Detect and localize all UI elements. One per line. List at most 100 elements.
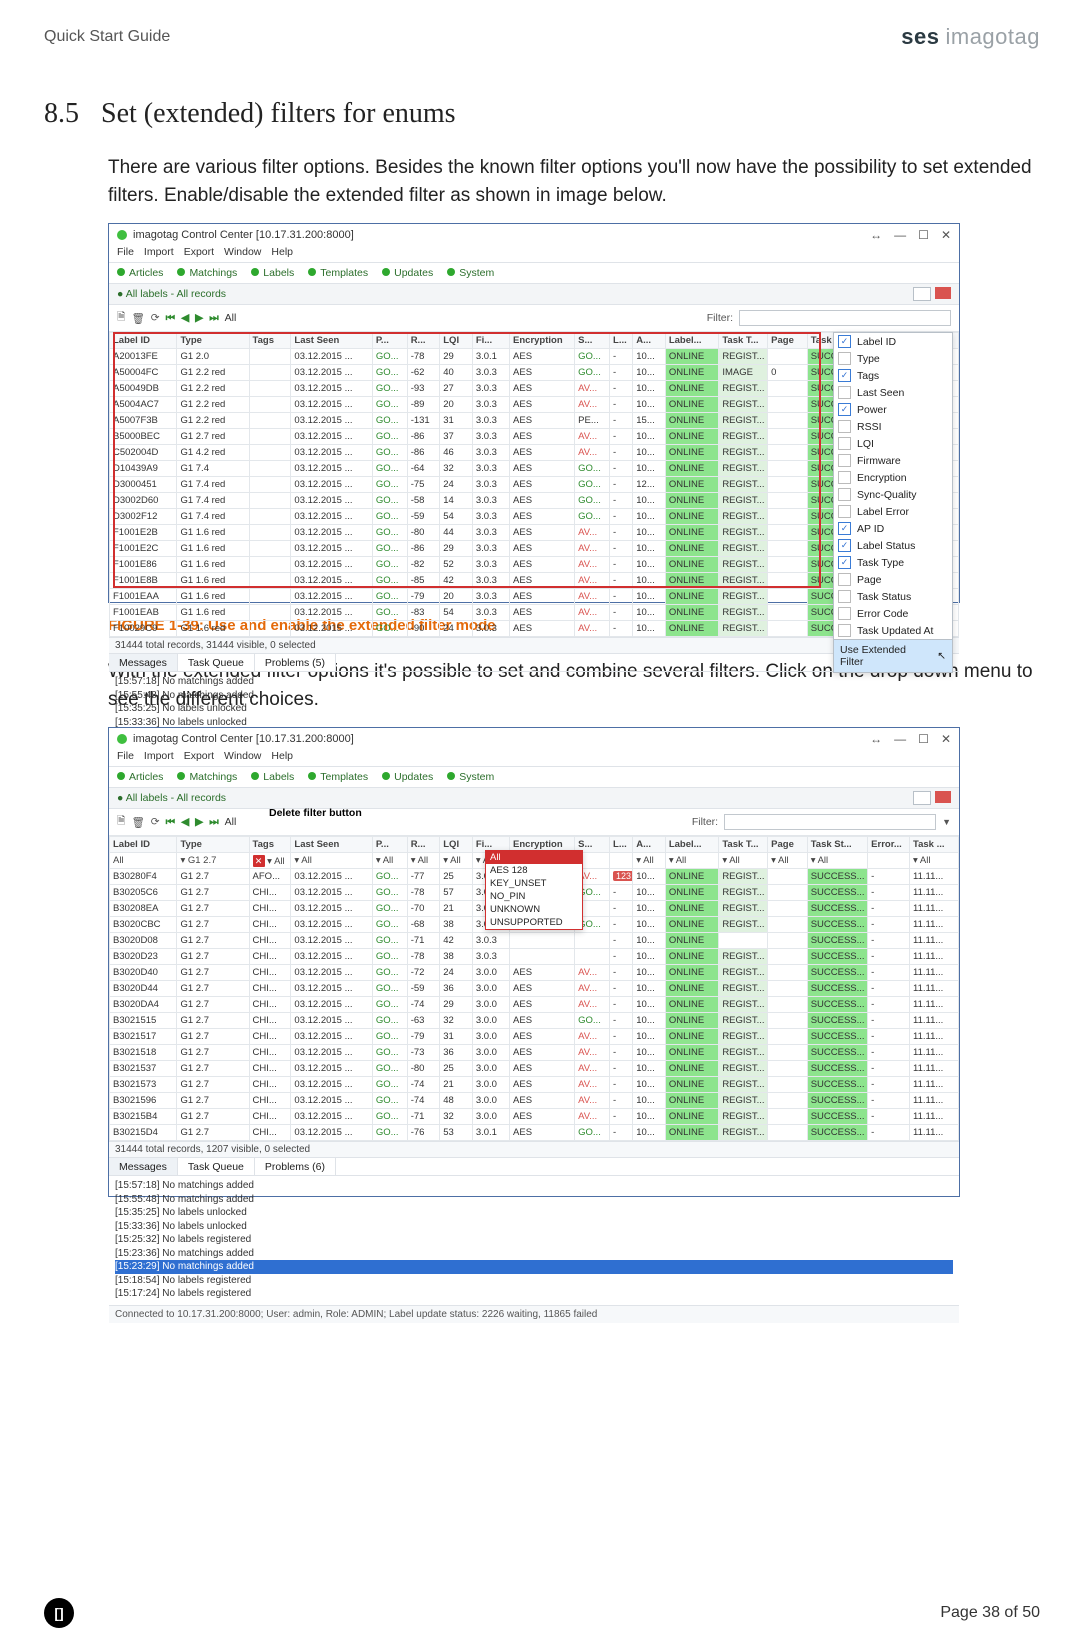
- col-header[interactable]: S...: [575, 333, 610, 349]
- filter-input[interactable]: [739, 310, 951, 326]
- nav-updates[interactable]: Updates: [382, 267, 433, 279]
- filter-option[interactable]: Firmware: [834, 452, 952, 469]
- tab-problems-6-[interactable]: Problems (6): [255, 1158, 336, 1175]
- col-header[interactable]: Task T...: [719, 333, 768, 349]
- checkbox-icon[interactable]: ✓: [838, 335, 851, 348]
- menu-import[interactable]: Import: [144, 750, 174, 762]
- tab-problems-5-[interactable]: Problems (5): [255, 654, 336, 671]
- filter-cell[interactable]: ▾ All: [633, 853, 666, 869]
- filter-option[interactable]: Sync-Quality: [834, 486, 952, 503]
- menu-help[interactable]: Help: [271, 750, 293, 762]
- filter-cell[interactable]: ▾ All: [440, 853, 473, 869]
- col-header[interactable]: Page: [768, 837, 808, 853]
- filter-option[interactable]: ✓Task Type: [834, 554, 952, 571]
- col-header[interactable]: Label ID: [110, 837, 177, 853]
- col-header[interactable]: Tags: [249, 837, 291, 853]
- encryption-filter-dropdown[interactable]: AllAES 128KEY_UNSETNO_PINUNKNOWNUNSUPPOR…: [485, 850, 583, 930]
- table-row[interactable]: B5000BECG1 2.7 red03.12.2015 ...GO...-86…: [110, 429, 959, 445]
- filter-option[interactable]: Error Code: [834, 605, 952, 622]
- table-row[interactable]: D3002D60G1 7.4 red03.12.2015 ...GO...-58…: [110, 493, 959, 509]
- table-row[interactable]: B30215D4G1 2.7CHI...03.12.2015 ...GO...-…: [110, 1125, 959, 1141]
- table-row[interactable]: D10439A9G1 7.403.12.2015 ...GO...-64323.…: [110, 461, 959, 477]
- col-header[interactable]: L...: [610, 837, 633, 853]
- nav-last-icon[interactable]: ⏭: [209, 816, 218, 829]
- new-icon[interactable]: 🗎: [117, 813, 125, 831]
- log-line[interactable]: [15:33:36] No labels unlocked: [115, 1220, 953, 1234]
- col-header[interactable]: Task T...: [719, 837, 768, 853]
- filter-cell[interactable]: ▾ All: [910, 853, 959, 869]
- table-row[interactable]: F1001E86G1 1.6 red03.12.2015 ...GO...-82…: [110, 557, 959, 573]
- filter-option[interactable]: LQI: [834, 435, 952, 452]
- checkbox-icon[interactable]: [838, 488, 851, 501]
- log-line[interactable]: [15:57:18] No matchings added: [115, 1179, 953, 1193]
- encryption-option[interactable]: AES 128: [486, 864, 582, 877]
- delete-icon[interactable]: 🗑: [131, 816, 144, 829]
- table-row[interactable]: B3021517G1 2.7CHI...03.12.2015 ...GO...-…: [110, 1029, 959, 1045]
- filter-cell[interactable]: ✕ ▾ All: [249, 853, 291, 869]
- menu-import[interactable]: Import: [144, 246, 174, 258]
- panel-close-icon[interactable]: [935, 791, 951, 803]
- restore-icon[interactable]: ↔: [870, 228, 882, 242]
- new-icon[interactable]: 🗎: [117, 309, 125, 327]
- menu-file[interactable]: File: [117, 246, 134, 258]
- checkbox-icon[interactable]: ✓: [838, 369, 851, 382]
- filter-option[interactable]: Last Seen: [834, 384, 952, 401]
- nav-updates[interactable]: Updates: [382, 771, 433, 783]
- filter-cell[interactable]: ▾ All: [768, 853, 808, 869]
- log-line[interactable]: [15:17:24] No labels registered: [115, 1287, 953, 1301]
- table-row[interactable]: A20013FEG1 2.003.12.2015 ...GO...-78293.…: [110, 349, 959, 365]
- restore-icon[interactable]: ↔: [870, 732, 882, 746]
- menu-window[interactable]: Window: [224, 750, 261, 762]
- log-line[interactable]: [15:23:29] No matchings added: [115, 1260, 953, 1274]
- table-row[interactable]: B3021537G1 2.7CHI...03.12.2015 ...GO...-…: [110, 1061, 959, 1077]
- checkbox-icon[interactable]: [838, 624, 851, 637]
- minimize-icon[interactable]: —: [894, 732, 906, 746]
- nav-templates[interactable]: Templates: [308, 771, 368, 783]
- log-line[interactable]: [15:23:36] No matchings added: [115, 1247, 953, 1261]
- col-header[interactable]: Last Seen: [291, 333, 372, 349]
- nav-first-icon[interactable]: ⏮: [166, 816, 175, 829]
- log-line[interactable]: [15:55:48] No matchings added: [115, 1193, 953, 1207]
- menu-file[interactable]: File: [117, 750, 134, 762]
- filter-cell[interactable]: [868, 853, 910, 869]
- nav-labels[interactable]: Labels: [251, 267, 294, 279]
- nav-prev-icon[interactable]: ◀: [181, 816, 189, 828]
- col-header[interactable]: P...: [372, 333, 407, 349]
- col-header[interactable]: LQI: [440, 333, 473, 349]
- table-row[interactable]: A50049DBG1 2.2 red03.12.2015 ...GO...-93…: [110, 381, 959, 397]
- col-header[interactable]: A...: [633, 333, 666, 349]
- col-header[interactable]: Type: [177, 333, 249, 349]
- minimize-icon[interactable]: —: [894, 228, 906, 242]
- maximize-icon[interactable]: ☐: [918, 732, 929, 746]
- filter-cell[interactable]: ▾ All: [407, 853, 440, 869]
- log-line[interactable]: [15:25:32] No labels registered: [115, 1233, 953, 1247]
- tab-task-queue[interactable]: Task Queue: [178, 654, 255, 671]
- filter-option[interactable]: Page: [834, 571, 952, 588]
- log-line[interactable]: [15:18:54] No labels registered: [115, 1274, 953, 1288]
- col-header[interactable]: Last Seen: [291, 837, 372, 853]
- close-icon[interactable]: ✕: [941, 732, 951, 746]
- checkbox-icon[interactable]: [838, 437, 851, 450]
- filter-option[interactable]: Encryption: [834, 469, 952, 486]
- table-row[interactable]: D3000451G1 7.4 red03.12.2015 ...GO...-75…: [110, 477, 959, 493]
- filter-input[interactable]: [724, 814, 936, 830]
- col-header[interactable]: R...: [407, 333, 440, 349]
- col-header[interactable]: Tags: [249, 333, 291, 349]
- table-row[interactable]: A5004AC7G1 2.2 red03.12.2015 ...GO...-89…: [110, 397, 959, 413]
- checkbox-icon[interactable]: [838, 573, 851, 586]
- col-header[interactable]: A...: [633, 837, 666, 853]
- col-header[interactable]: Label...: [665, 837, 718, 853]
- close-icon[interactable]: ✕: [941, 228, 951, 242]
- checkbox-icon[interactable]: [838, 590, 851, 603]
- checkbox-icon[interactable]: [838, 386, 851, 399]
- delete-icon[interactable]: 🗑: [131, 312, 144, 325]
- checkbox-icon[interactable]: [838, 420, 851, 433]
- window-controls[interactable]: ↔ — ☐ ✕: [870, 732, 951, 746]
- filter-option[interactable]: Task Status: [834, 588, 952, 605]
- table-row[interactable]: B30215B4G1 2.7CHI...03.12.2015 ...GO...-…: [110, 1109, 959, 1125]
- nav-labels[interactable]: Labels: [251, 771, 294, 783]
- filter-option[interactable]: Task Updated At: [834, 622, 952, 639]
- checkbox-icon[interactable]: ✓: [838, 539, 851, 552]
- menu-window[interactable]: Window: [224, 246, 261, 258]
- menu-export[interactable]: Export: [184, 750, 214, 762]
